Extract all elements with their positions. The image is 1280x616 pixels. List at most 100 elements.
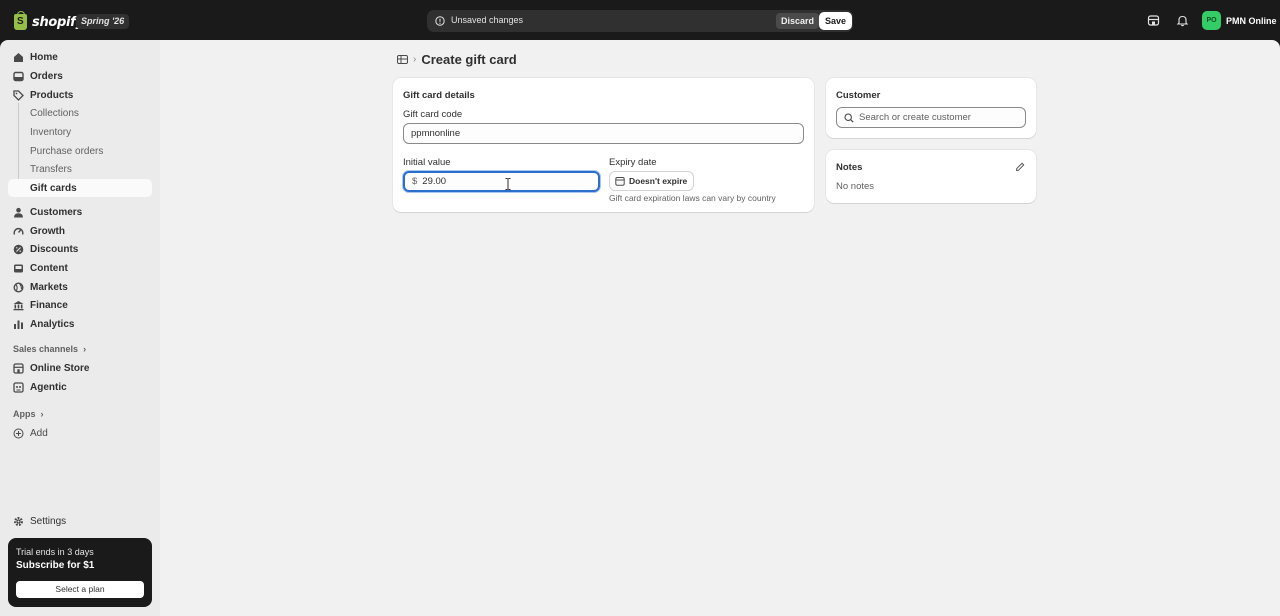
chevron-right-icon: › <box>38 409 44 419</box>
agentic-icon <box>13 381 24 393</box>
inbox-icon <box>13 71 24 81</box>
bar-chart-icon <box>14 320 23 329</box>
sidebar-item-gift-cards[interactable]: Gift cards <box>8 179 152 197</box>
unsaved-changes-message: Unsaved changes <box>451 15 524 25</box>
edition-badge: Spring '26 <box>76 14 130 29</box>
sidebar-item-analytics[interactable]: Analytics <box>8 315 152 333</box>
initial-value-label: Initial value <box>403 157 451 168</box>
sidebar-item-inventory[interactable]: Inventory <box>8 123 152 141</box>
plus-circle-icon <box>13 428 24 438</box>
sidebar-item-growth[interactable]: Growth <box>8 222 152 240</box>
sidebar-item-label: Orders <box>30 70 63 82</box>
shopify-logo[interactable]: S shopify <box>14 11 84 31</box>
search-icon <box>844 112 854 123</box>
discount-icon <box>13 244 24 254</box>
sidebar-item-label: Online Store <box>30 362 90 374</box>
sidebar-item-label: Markets <box>30 281 68 293</box>
initial-value-input[interactable]: $29.00 <box>403 171 600 192</box>
notes-card: Notes No notes <box>826 150 1036 203</box>
sidebar-item-online-store[interactable]: Online Store <box>8 359 152 377</box>
sales-channels-label: Sales channels <box>13 344 79 354</box>
apps-heading[interactable]: Apps › <box>13 409 44 419</box>
gear-icon <box>13 516 24 526</box>
initial-value-text: 29.00 <box>422 176 447 187</box>
gift-card-code-label: Gift card code <box>403 109 463 120</box>
sidebar-item-agentic[interactable]: Agentic <box>8 378 152 396</box>
sidebar-item-label: Settings <box>30 515 67 527</box>
sidebar-item-label: Discounts <box>30 243 79 255</box>
breadcrumb: › Create gift card <box>397 52 517 67</box>
expiry-button-label: Doesn't expire <box>629 176 688 186</box>
sidebar-item-label: Finance <box>30 299 68 311</box>
alert-circle-icon <box>435 16 445 26</box>
trial-ends-text: Trial ends in 3 days <box>16 547 94 557</box>
notes-empty-text: No notes <box>836 181 875 192</box>
sidebar-item-label: Content <box>30 262 68 274</box>
sidebar-item-finance[interactable]: Finance <box>8 296 152 314</box>
gift-card-code-input[interactable]: ppmnonline <box>403 123 804 144</box>
sidebar-item-purchase-orders[interactable]: Purchase orders <box>8 142 152 160</box>
sidebar-item-label: Customers <box>30 206 83 218</box>
person-icon <box>14 207 23 217</box>
sales-channels-heading[interactable]: Sales channels › <box>13 344 86 354</box>
store-name: PMN Online <box>1226 15 1277 26</box>
card-title: Gift card details <box>403 90 475 101</box>
sidebar-item-label: Agentic <box>30 381 67 393</box>
logo-mark: S <box>17 16 24 27</box>
store-account-menu[interactable]: PO PMN Online <box>1202 11 1277 30</box>
store-icon[interactable] <box>1147 14 1160 27</box>
gift-card-icon[interactable] <box>397 55 408 64</box>
sidebar-item-label: Analytics <box>30 318 75 330</box>
text-cursor-icon <box>505 178 511 190</box>
sidebar-item-label: Products <box>30 89 74 101</box>
trial-offer-text: Subscribe for $1 <box>16 560 95 571</box>
home-icon <box>14 52 23 62</box>
save-button[interactable]: Save <box>819 12 853 30</box>
page-title: Create gift card <box>421 52 517 67</box>
sidebar-item-markets[interactable]: Markets <box>8 278 152 296</box>
storefront-icon <box>13 362 24 374</box>
pencil-edit-icon[interactable] <box>1015 162 1025 172</box>
main-content: › Create gift card Gift card details Gif… <box>160 40 1280 616</box>
customer-search-field[interactable] <box>836 107 1026 128</box>
globe-icon <box>13 281 24 293</box>
shopify-bag-icon: S <box>14 11 27 30</box>
sidebar-item-products[interactable]: Products <box>8 86 152 104</box>
expiry-help-text: Gift card expiration laws can vary by co… <box>609 193 776 203</box>
sidebar-item-add-app[interactable]: Add <box>8 424 152 442</box>
sidebar-item-content[interactable]: Content <box>8 259 152 277</box>
card-title: Customer <box>836 90 881 101</box>
tag-icon <box>13 89 24 101</box>
bell-icon[interactable] <box>1176 14 1189 27</box>
sidebar-item-discounts[interactable]: Discounts <box>8 240 152 258</box>
gauge-icon <box>13 227 24 235</box>
sidebar-item-label: Home <box>30 51 58 63</box>
select-plan-button[interactable]: Select a plan <box>16 581 144 598</box>
sidebar-item-collections[interactable]: Collections <box>8 104 152 122</box>
sidebar-item-customers[interactable]: Customers <box>8 203 152 221</box>
expiry-date-button[interactable]: Doesn't expire <box>610 172 694 190</box>
sidebar-item-settings[interactable]: Settings <box>8 512 152 530</box>
avatar: PO <box>1202 11 1221 30</box>
customer-card: Customer <box>826 78 1036 138</box>
sidebar-item-transfers[interactable]: Transfers <box>8 160 152 178</box>
chevron-right-icon: › <box>80 344 87 354</box>
apps-label: Apps <box>13 409 36 419</box>
sidebar-item-label: Growth <box>30 225 65 237</box>
sidebar-item-label: Add <box>30 427 48 439</box>
currency-prefix: $ <box>412 176 418 187</box>
sidebar-item-orders[interactable]: Orders <box>8 67 152 85</box>
card-title: Notes <box>836 162 863 173</box>
sidebar: Home Orders Products Collections Invento… <box>0 40 160 616</box>
bank-icon <box>13 300 24 310</box>
customer-search-input[interactable] <box>859 112 1019 123</box>
gift-card-details-card: Gift card details Gift card code ppmnonl… <box>393 78 814 212</box>
discard-button[interactable]: Discard <box>776 13 820 29</box>
breadcrumb-separator: › <box>413 54 417 65</box>
contextual-save-bar: Unsaved changes Discard Save <box>427 10 853 32</box>
sidebar-item-home[interactable]: Home <box>8 48 152 66</box>
top-bar: S shopify Spring '26 Unsaved changes Dis… <box>0 0 1280 42</box>
expiry-date-label: Expiry date <box>609 157 657 168</box>
calendar-icon <box>615 177 625 186</box>
trial-banner: Trial ends in 3 days Subscribe for $1 Se… <box>8 538 152 607</box>
